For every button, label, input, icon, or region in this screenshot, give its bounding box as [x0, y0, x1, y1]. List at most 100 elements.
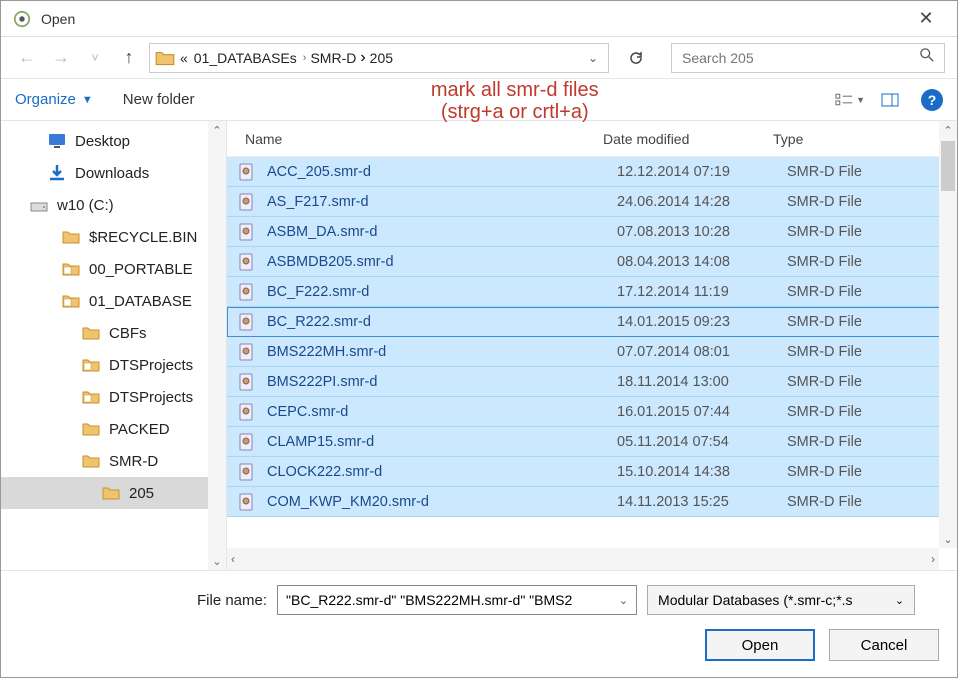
view-buttons: ▼ ?	[835, 87, 943, 113]
tree-scrollbar[interactable]: ⌃ ⌄	[208, 121, 226, 570]
scroll-right-icon[interactable]: ›	[931, 552, 935, 566]
tree-label: DTSProjects	[109, 389, 193, 406]
file-row[interactable]: CLOCK222.smr-d15.10.2014 14:38SMR-D File	[227, 457, 957, 487]
tree-node[interactable]: 01_DATABASE	[1, 285, 226, 317]
file-icon	[237, 402, 257, 422]
file-row[interactable]: COM_KWP_KM20.smr-d14.11.2013 15:25SMR-D …	[227, 487, 957, 517]
filename-label: File name:	[197, 592, 267, 609]
preview-pane-button[interactable]	[875, 87, 905, 113]
file-row[interactable]: ACC_205.smr-d12.12.2014 07:19SMR-D File	[227, 157, 957, 187]
tree-node[interactable]: Desktop	[1, 125, 226, 157]
up-button[interactable]: ↑	[115, 44, 143, 72]
file-icon	[237, 192, 257, 212]
tree-node[interactable]: $RECYCLE.BIN	[1, 221, 226, 253]
search-input[interactable]	[682, 50, 920, 66]
file-name: BMS222PI.smr-d	[267, 374, 617, 390]
view-mode-button[interactable]: ▼	[835, 87, 865, 113]
recent-dropdown[interactable]: ˅	[81, 44, 109, 72]
search-box[interactable]	[671, 43, 945, 73]
file-row[interactable]: ASBM_DA.smr-d07.08.2013 10:28SMR-D File	[227, 217, 957, 247]
content-area: DesktopDownloadsw10 (C:)$RECYCLE.BIN00_P…	[1, 121, 957, 570]
scroll-up-icon[interactable]: ⌃	[939, 121, 957, 139]
scroll-down-icon[interactable]: ⌄	[939, 530, 957, 548]
folder-marked-icon	[81, 355, 101, 375]
download-icon	[47, 163, 67, 183]
filename-input[interactable]: "BC_R222.smr-d" "BMS222MH.smr-d" "BMS2 ⌄	[277, 585, 637, 615]
file-name: CLAMP15.smr-d	[267, 434, 617, 450]
folder-icon	[81, 323, 101, 343]
column-headers: Name Date modified Type	[227, 121, 957, 157]
annotation-line1: mark all smr-d files	[194, 79, 835, 101]
desktop-icon	[47, 131, 67, 151]
tree-node[interactable]: DTSProjects	[1, 381, 226, 413]
button-row: Open Cancel	[19, 629, 939, 661]
forward-button[interactable]: →	[47, 44, 75, 72]
file-row[interactable]: BMS222MH.smr-d07.07.2014 08:01SMR-D File	[227, 337, 957, 367]
organize-menu[interactable]: Organize ▼	[15, 91, 93, 108]
refresh-button[interactable]	[621, 43, 651, 73]
scroll-down-icon[interactable]: ⌄	[208, 552, 226, 570]
cancel-button[interactable]: Cancel	[829, 629, 939, 661]
file-name: BC_R222.smr-d	[267, 314, 617, 330]
tree-node[interactable]: SMR-D	[1, 445, 226, 477]
folder-icon	[61, 227, 81, 247]
tree-label: DTSProjects	[109, 357, 193, 374]
list-vscrollbar[interactable]: ⌃ ⌄	[939, 121, 957, 548]
tree-node[interactable]: DTSProjects	[1, 349, 226, 381]
file-row[interactable]: ASBMDB205.smr-d08.04.2013 14:08SMR-D Fil…	[227, 247, 957, 277]
chevron-down-icon: ▼	[856, 95, 865, 105]
chevron-down-icon[interactable]: ⌄	[613, 594, 628, 607]
tree-node[interactable]: w10 (C:)	[1, 189, 226, 221]
address-dropdown[interactable]: ⌄	[582, 51, 604, 65]
file-type: SMR-D File	[787, 374, 957, 390]
tree-label: CBFs	[109, 325, 147, 342]
chevron-down-icon: ▼	[82, 94, 93, 106]
help-button[interactable]: ?	[921, 89, 943, 111]
file-name: CEPC.smr-d	[267, 404, 617, 420]
file-icon	[237, 162, 257, 182]
file-row[interactable]: BC_F222.smr-d17.12.2014 11:19SMR-D File	[227, 277, 957, 307]
file-row[interactable]: BC_R222.smr-d14.01.2015 09:23SMR-D File	[227, 307, 957, 337]
navigation-row: ← → ˅ ↑ « 01_DATABASEs › SMR-D› 205 ⌄	[1, 37, 957, 79]
filetype-filter[interactable]: Modular Databases (*.smr-c;*.s ⌄	[647, 585, 915, 615]
window-title: Open	[41, 11, 903, 27]
tree-label: SMR-D	[109, 453, 158, 470]
file-type: SMR-D File	[787, 344, 957, 360]
folder-marked-icon	[61, 291, 81, 311]
column-type[interactable]: Type	[773, 131, 957, 147]
column-date[interactable]: Date modified	[603, 131, 773, 147]
scroll-left-icon[interactable]: ‹	[231, 552, 235, 566]
file-list: Name Date modified Type ACC_205.smr-d12.…	[227, 121, 957, 570]
file-icon	[237, 462, 257, 482]
open-button[interactable]: Open	[705, 629, 815, 661]
file-row[interactable]: CEPC.smr-d16.01.2015 07:44SMR-D File	[227, 397, 957, 427]
tree-node[interactable]: 00_PORTABLE	[1, 253, 226, 285]
close-button[interactable]: ✕	[903, 3, 949, 35]
file-name: ASBM_DA.smr-d	[267, 224, 617, 240]
scroll-up-icon[interactable]: ⌃	[208, 121, 226, 139]
crumb-0[interactable]: 01_DATABASEs	[194, 50, 297, 66]
tree-node[interactable]: Downloads	[1, 157, 226, 189]
file-date: 05.11.2014 07:54	[617, 434, 787, 450]
file-icon	[237, 282, 257, 302]
annotation-text: mark all smr-d files (strg+a or crtl+a)	[194, 77, 835, 123]
crumb-2[interactable]: 205	[370, 50, 393, 66]
tree-node[interactable]: 205	[1, 477, 226, 509]
list-hscrollbar[interactable]: ‹ ›	[227, 548, 939, 570]
tree-node[interactable]: PACKED	[1, 413, 226, 445]
file-type: SMR-D File	[787, 224, 957, 240]
toolbar: Organize ▼ New folder mark all smr-d fil…	[1, 79, 957, 121]
tree-node[interactable]: CBFs	[1, 317, 226, 349]
address-bar[interactable]: « 01_DATABASEs › SMR-D› 205 ⌄	[149, 43, 609, 73]
column-name[interactable]: Name	[245, 131, 603, 147]
file-row[interactable]: AS_F217.smr-d24.06.2014 14:28SMR-D File	[227, 187, 957, 217]
file-type: SMR-D File	[787, 314, 957, 330]
back-button[interactable]: ←	[13, 44, 41, 72]
app-icon	[13, 10, 31, 28]
breadcrumb-prefix[interactable]: « 01_DATABASEs ›	[180, 50, 306, 66]
file-row[interactable]: BMS222PI.smr-d18.11.2014 13:00SMR-D File	[227, 367, 957, 397]
new-folder-button[interactable]: New folder	[123, 91, 195, 108]
file-row[interactable]: CLAMP15.smr-d05.11.2014 07:54SMR-D File	[227, 427, 957, 457]
crumb-1[interactable]: SMR-D	[310, 50, 356, 66]
scroll-thumb[interactable]	[941, 141, 955, 191]
